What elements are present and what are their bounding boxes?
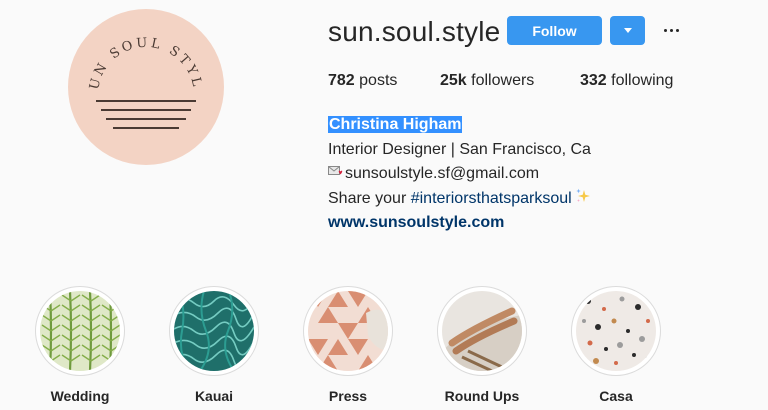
profile-avatar[interactable]: SUN SOUL STYLE [68,9,224,165]
bio-occupation: Interior Designer | San Francisco, Ca [328,140,591,158]
highlight-round-ups[interactable]: Round Ups [432,286,532,404]
logo-text: SUN SOUL STYLE [68,9,205,91]
highlight-press[interactable]: Press [298,286,398,404]
pool-water-thumbnail [174,291,254,371]
palm-leaf-pattern-thumbnail [40,291,120,371]
story-highlights: Wedding Kauai Press Round Ups Casa [0,286,768,410]
suggested-accounts-dropdown-button[interactable] [610,16,645,45]
posts-stat: 782 posts [328,72,397,90]
highlight-wedding[interactable]: Wedding [30,286,130,404]
bio-share-line: Share your #interiorsthatsparksoul [328,187,591,212]
highlight-kauai[interactable]: Kauai [164,286,264,404]
bio-email: sunsoulstyle.sf@gmail.com [345,165,540,182]
highlight-label: Casa [599,388,633,404]
bio-website-link[interactable]: www.sunsoulstyle.com [328,214,504,231]
chevron-down-icon [623,28,632,33]
highlight-casa[interactable]: Casa [566,286,666,404]
profile-bio: Christina Higham Interior Designer | San… [328,113,591,236]
sparkles-icon [575,189,590,203]
bio-share-text: Share your [328,189,411,207]
bio-email-line: sunsoulstyle.sf@gmail.com [328,162,591,187]
following-label: following [611,72,674,89]
bio-hashtag-link[interactable]: #interiorsthatsparksoul [411,190,572,207]
highlight-label: Kauai [194,388,234,404]
geometric-tile-thumbnail [308,291,388,371]
ellipsis-icon [663,28,667,32]
posts-label: posts [359,72,398,89]
envelope-heart-icon [328,166,343,176]
highlight-label: Round Ups [444,388,520,404]
profile-username: sun.soul.style [328,16,501,47]
highlight-label: Wedding [50,388,110,404]
terrazzo-thumbnail [576,291,656,371]
followers-count: 25k [440,72,467,89]
sun-soul-style-logo: SUN SOUL STYLE [68,9,205,129]
profile-full-name: Christina Higham [328,116,463,133]
followers-stat[interactable]: 25k followers [440,72,534,90]
followers-label: followers [471,72,535,89]
posts-count: 782 [328,72,355,89]
following-stat[interactable]: 332 following [580,72,673,90]
more-options-button[interactable] [660,19,682,41]
following-count: 332 [580,72,607,89]
highlight-label: Press [328,388,368,404]
follow-button[interactable]: Follow [507,16,602,45]
legs-on-chair-thumbnail [442,291,522,371]
